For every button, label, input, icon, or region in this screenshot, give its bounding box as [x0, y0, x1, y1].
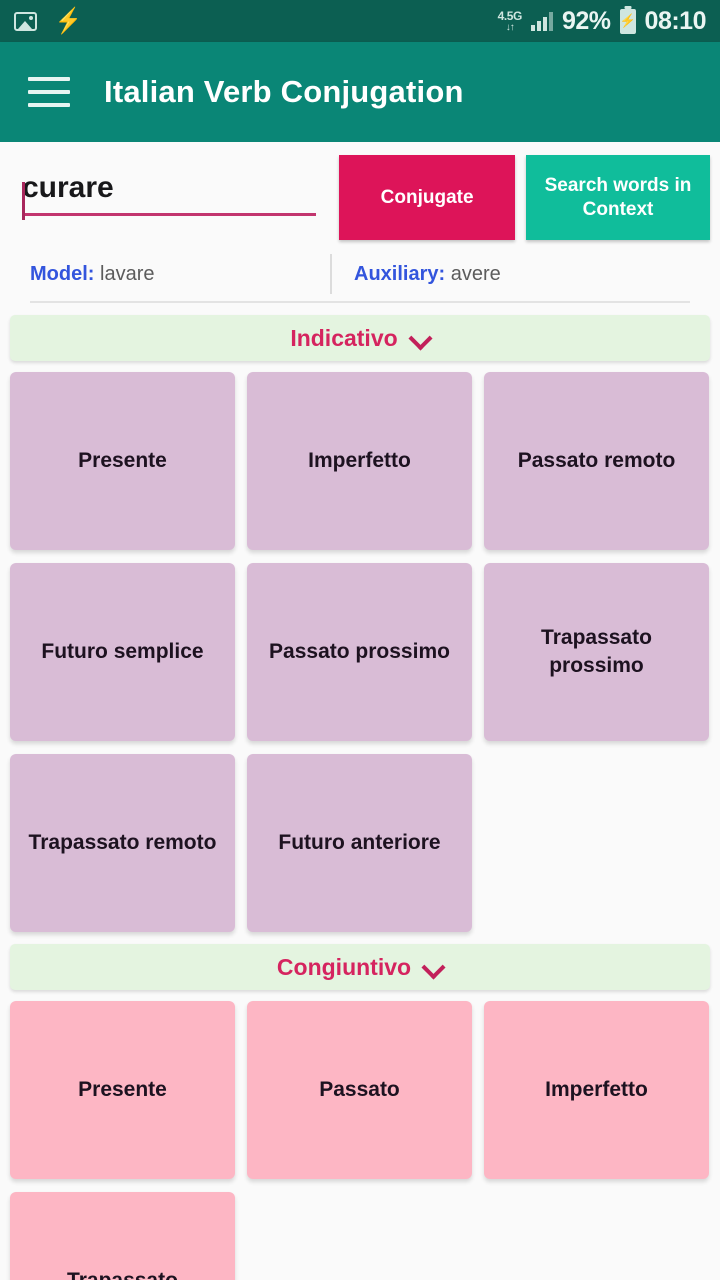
network-type-indicator: 4.5G ↓↑ [497, 8, 523, 33]
section-header-indicativo[interactable]: Indicativo [10, 315, 710, 361]
status-bar-left: ⚡ [14, 6, 84, 35]
tense-card[interactable]: Trapassato [10, 1192, 235, 1280]
tense-card[interactable]: Futuro anteriore [247, 754, 472, 932]
battery-percent-label: 92% [562, 6, 611, 35]
tense-card[interactable]: Futuro semplice [10, 563, 235, 741]
image-icon [14, 11, 37, 31]
verb-search-input[interactable] [22, 155, 317, 216]
tense-card[interactable]: Trapassato prossimo [484, 563, 709, 741]
tense-grid-congiuntivo: Presente Passato Imperfetto Trapassato [0, 1001, 720, 1280]
app-bar: Italian Verb Conjugation [0, 42, 720, 142]
auxiliary-value: avere [450, 262, 501, 285]
model-value: lavare [100, 262, 155, 285]
verb-input-wrapper [10, 155, 328, 220]
main-content: Conjugate Search words in Context Model:… [0, 142, 720, 1280]
tense-card[interactable]: Passato [247, 1001, 472, 1179]
search-words-in-context-button[interactable]: Search words in Context [526, 155, 710, 240]
tense-card[interactable]: Presente [10, 372, 235, 550]
status-bar: ⚡ 4.5G ↓↑ 92% ⚡ 08:10 [0, 0, 720, 42]
battery-charging-icon: ⚡ [619, 8, 636, 34]
auxiliary-label: Auxiliary: [354, 262, 446, 285]
section-title-indicativo: Indicativo [290, 324, 398, 351]
search-row: Conjugate Search words in Context [0, 142, 720, 240]
chevron-down-icon [411, 329, 430, 348]
auxiliary-info: Auxiliary: avere [332, 263, 501, 286]
verb-meta-row: Model: lavare Auxiliary: avere [0, 240, 720, 294]
conjugate-button[interactable]: Conjugate [339, 155, 516, 240]
section-title-congiuntivo: Congiuntivo [276, 953, 412, 980]
text-caret [22, 182, 25, 220]
status-bar-right: 4.5G ↓↑ 92% ⚡ 08:10 [497, 6, 707, 36]
tense-card[interactable]: Imperfetto [247, 372, 472, 550]
tense-card[interactable]: Trapassato remoto [10, 754, 235, 932]
network-generation-label: 4.5G [497, 8, 523, 23]
tense-card[interactable]: Passato prossimo [247, 563, 472, 741]
clock-label: 08:10 [644, 6, 707, 35]
tense-card[interactable]: Presente [10, 1001, 235, 1179]
model-info: Model: lavare [0, 263, 330, 286]
tense-card[interactable]: Passato remoto [484, 372, 709, 550]
network-traffic-arrows: ↓↑ [505, 21, 515, 33]
page-title: Italian Verb Conjugation [104, 74, 464, 109]
section-divider [30, 301, 690, 303]
section-header-congiuntivo[interactable]: Congiuntivo [10, 944, 710, 990]
bolt-icon: ⚡ [55, 6, 82, 35]
signal-strength-icon [531, 11, 553, 31]
tense-grid-indicativo: Presente Imperfetto Passato remoto Futur… [0, 372, 720, 932]
chevron-down-icon [424, 958, 443, 977]
tense-card[interactable]: Imperfetto [484, 1001, 709, 1179]
hamburger-menu-icon[interactable] [28, 77, 70, 107]
model-label: Model: [30, 262, 95, 285]
